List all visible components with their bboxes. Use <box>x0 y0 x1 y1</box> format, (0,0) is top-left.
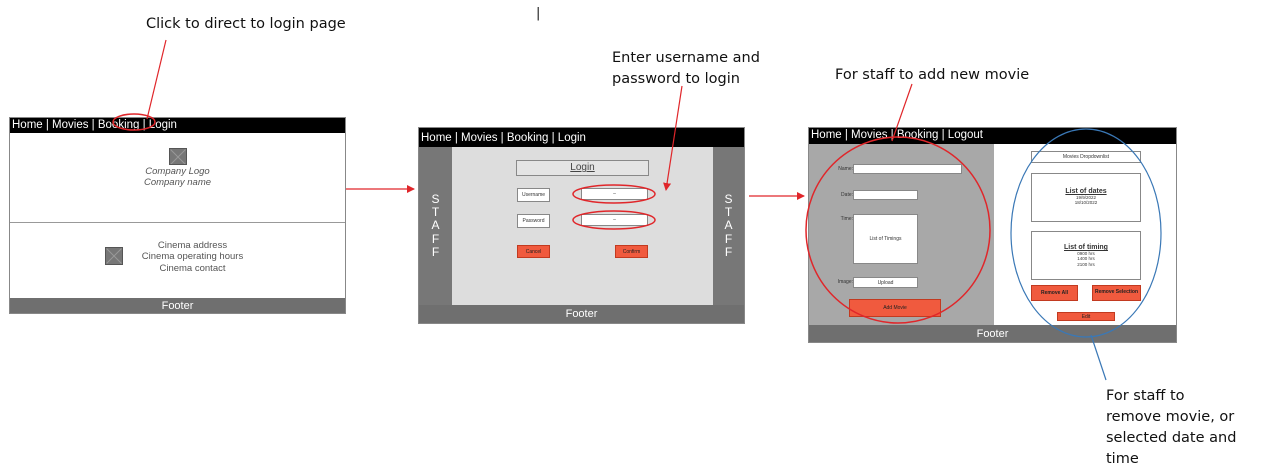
annotation-enter-credentials: Enter username and password to login <box>612 48 760 90</box>
annotation-remove-line3: selected date and <box>1106 430 1237 447</box>
name-input[interactable] <box>853 164 962 174</box>
image-label: Image: <box>837 279 853 285</box>
username-label: Username <box>517 188 550 202</box>
username-input[interactable]: – <box>581 188 648 200</box>
cinema-info: Cinema address Cinema operating hours Ci… <box>40 240 345 274</box>
timing-list-box[interactable]: List of timing 0900 hrs 1400 hrs 2100 hr… <box>1031 231 1141 280</box>
cinema-contact: Cinema contact <box>159 262 226 274</box>
dates-list-title: List of dates <box>1065 188 1107 195</box>
password-label: Password <box>517 214 550 228</box>
edit-button[interactable]: Edit <box>1057 312 1115 321</box>
staff-letter: F <box>431 244 440 259</box>
cancel-button[interactable]: Cancel <box>517 245 550 258</box>
add-movie-button[interactable]: Add Movie <box>849 299 941 317</box>
home-logo-section: Company Logo Company name <box>10 133 345 223</box>
add-movie-panel: Name: Date: Time: List of Timings Image:… <box>809 144 994 325</box>
date-input[interactable] <box>853 190 918 200</box>
timing-list-title: List of timing <box>1064 244 1108 251</box>
home-footer: Footer <box>10 298 345 313</box>
annotation-remove-line1: For staff to <box>1106 388 1185 404</box>
annotation-remove-line4: time <box>1106 451 1139 468</box>
annotation-add-movie: For staff to add new movie <box>835 67 1030 83</box>
staff-nav-bar[interactable]: Home | Movies | Booking | Logout <box>809 128 1176 144</box>
dates-list-box[interactable]: List of dates 19/9/2022 18/10/2022 <box>1031 173 1141 222</box>
login-staff-right: S T A F F <box>713 147 744 305</box>
name-label: Name: <box>838 166 853 172</box>
date-item[interactable]: 18/10/2022 <box>1032 200 1140 205</box>
movies-dropdown[interactable]: Movies Dropdownlist <box>1031 151 1141 163</box>
staff-footer: Footer <box>809 325 1176 342</box>
login-title: Login <box>516 160 649 176</box>
staff-letter: F <box>724 231 733 246</box>
annotation-enter-credentials-line1: Enter username and <box>612 50 760 66</box>
remove-selection-button[interactable]: Remove Selection <box>1092 285 1141 301</box>
home-nav-bar[interactable]: Home | Movies | Booking | Login <box>10 118 345 133</box>
timing-item[interactable]: 2100 hrs <box>1032 262 1140 267</box>
annotation-enter-credentials-line2: password to login <box>612 71 740 88</box>
company-logo-label: Company Logo <box>145 166 210 177</box>
time-label: Time: <box>840 216 853 222</box>
leader-login-click <box>146 39 167 120</box>
logo-image-icon <box>169 148 187 165</box>
upload-button[interactable]: Upload <box>853 277 918 288</box>
login-nav-bar[interactable]: Home | Movies | Booking | Login <box>419 128 744 147</box>
staff-letter: F <box>724 244 733 259</box>
separator-mark: | <box>536 6 541 21</box>
password-input[interactable]: – <box>581 214 648 226</box>
login-page-mockup: Home | Movies | Booking | Login S T A F … <box>418 127 745 324</box>
confirm-button[interactable]: Confirm <box>615 245 648 258</box>
cinema-address: Cinema address <box>157 240 228 251</box>
login-footer: Footer <box>419 305 744 323</box>
cinema-hours: Cinema operating hours <box>141 251 244 263</box>
staff-page-mockup: Home | Movies | Booking | Logout Name: D… <box>808 127 1177 343</box>
staff-letter: A <box>724 218 733 233</box>
staff-letter: F <box>431 231 440 246</box>
company-name-label: Company name <box>143 177 212 189</box>
timings-list-box[interactable]: List of Timings <box>853 214 918 264</box>
home-page-mockup: Home | Movies | Booking | Login Company … <box>9 117 346 314</box>
company-logo-text: Company Logo Company name <box>10 166 345 189</box>
annotation-login-click: Click to direct to login page <box>146 16 346 32</box>
login-staff-left: S T A F F <box>419 147 452 305</box>
staff-letter: A <box>431 218 440 233</box>
remove-all-button[interactable]: Remove All <box>1031 285 1078 301</box>
date-label: Date: <box>841 192 853 198</box>
annotation-remove-movie: For staff to remove movie, or selected d… <box>1106 386 1236 470</box>
annotation-remove-line2: remove movie, or <box>1106 409 1235 426</box>
